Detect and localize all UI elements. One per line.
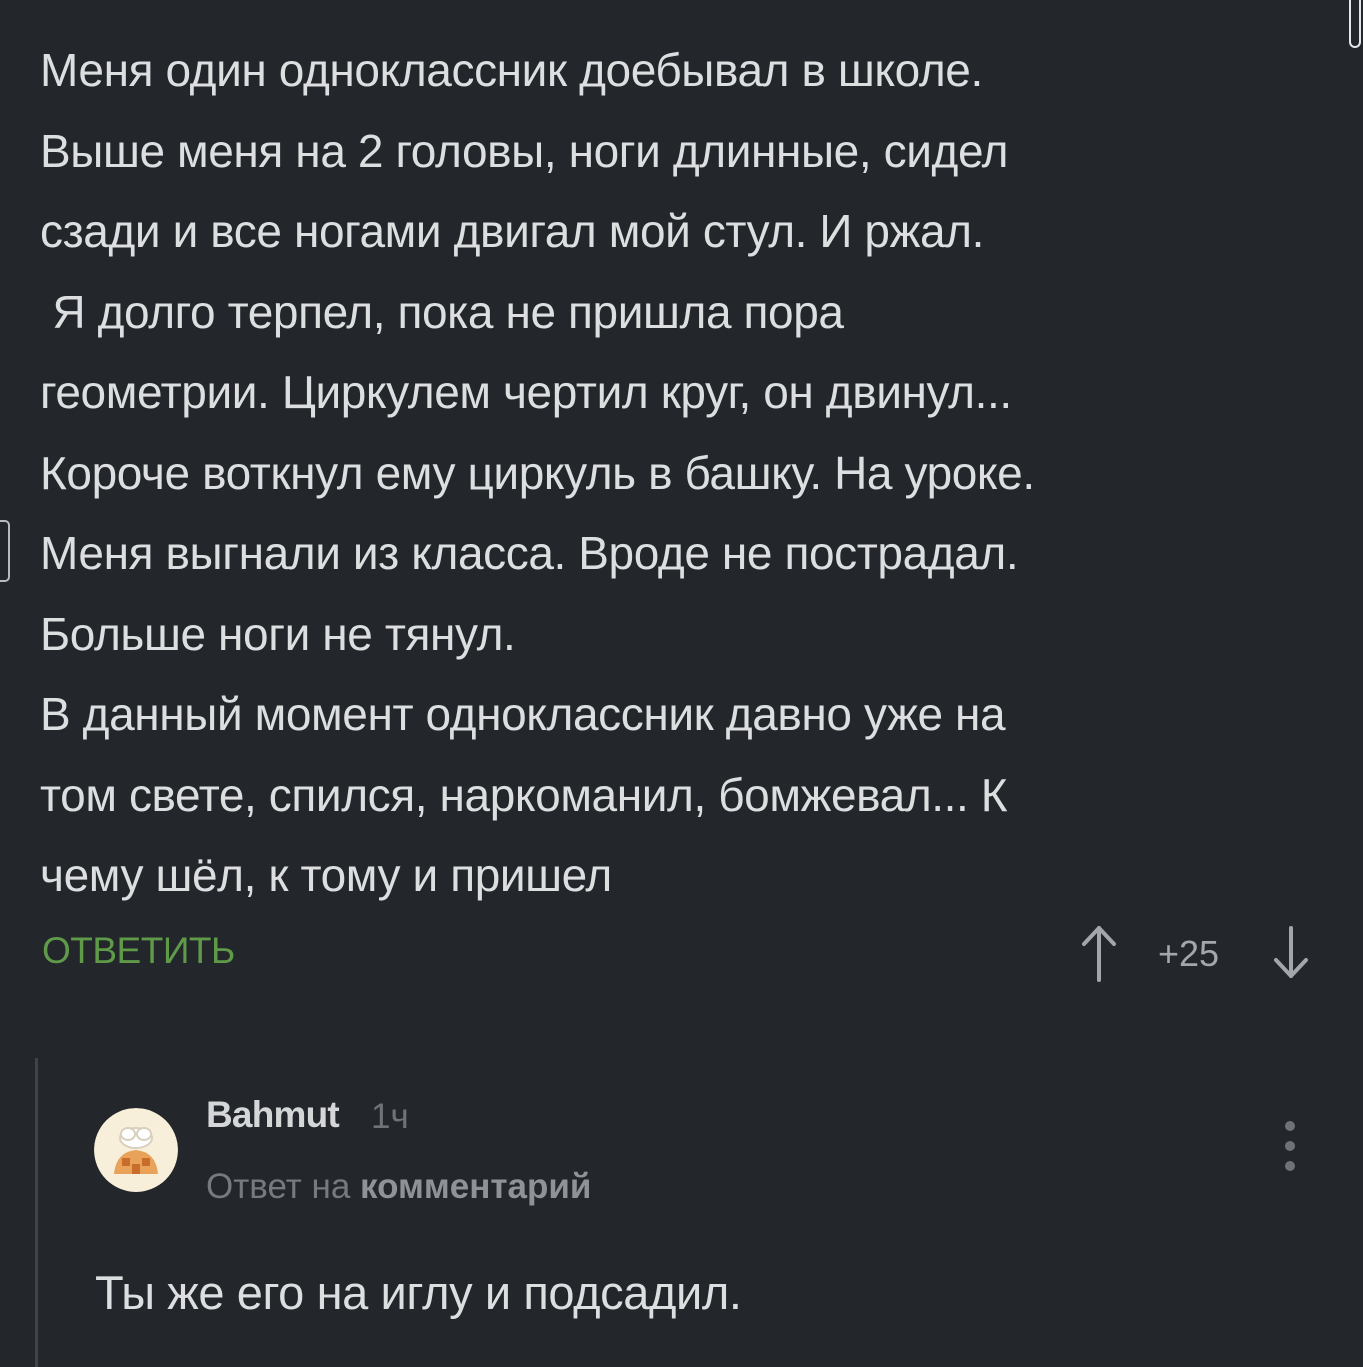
downvote-arrow-icon[interactable]: [1268, 922, 1314, 984]
comment-body: Меня один одноклассник доебывал в школе.…: [40, 30, 1330, 916]
comment-line: Выше меня на 2 головы, ноги длинные, сид…: [40, 124, 1009, 177]
more-vertical-icon[interactable]: [1274, 1114, 1306, 1178]
comment-line: Меня выгнали из класса. Вроде не пострад…: [40, 527, 1019, 579]
scrollbar-thumb[interactable]: [1349, 0, 1361, 48]
reply-to-info: Ответ на комментарий: [206, 1167, 591, 1207]
comment-line: геометрии. Циркулем чертил круг, он двин…: [40, 366, 1012, 418]
reply-to-comment-link[interactable]: комментарий: [360, 1167, 591, 1206]
comment-line: чему шёл, к тому и пришел: [40, 849, 612, 901]
reply-comment-text: Ты же его на иглу и подсадил.: [95, 1266, 742, 1319]
comment-line: сзади и все ногами двигал мой стул. И рж…: [40, 205, 984, 257]
rating-count: +25: [1158, 933, 1220, 974]
thread-collapse-handle[interactable]: [0, 520, 10, 582]
comment-timestamp: 1ч: [371, 1097, 409, 1136]
upvote-arrow-icon[interactable]: [1076, 922, 1122, 984]
comment-line: Я долго терпел, пока не пришла пора: [40, 285, 844, 338]
comment-line: Больше ноги не тянул.: [40, 607, 516, 660]
reply-to-prefix: Ответ на: [206, 1167, 351, 1206]
comment-line: В данный момент одноклассник давно уже н…: [40, 688, 1006, 740]
comment-author[interactable]: Bahmut: [206, 1094, 340, 1136]
thread-line: [35, 1058, 38, 1367]
reply-button[interactable]: ОТВЕТИТЬ: [42, 930, 235, 972]
avatar-icon[interactable]: [94, 1108, 178, 1192]
comment-line: Меня один одноклассник доебывал в школе.: [40, 44, 983, 96]
comment-line: Короче воткнул ему циркуль в башку. На у…: [40, 446, 1035, 499]
comment-line: том свете, спился, наркоманил, бомжевал.…: [40, 768, 1008, 821]
